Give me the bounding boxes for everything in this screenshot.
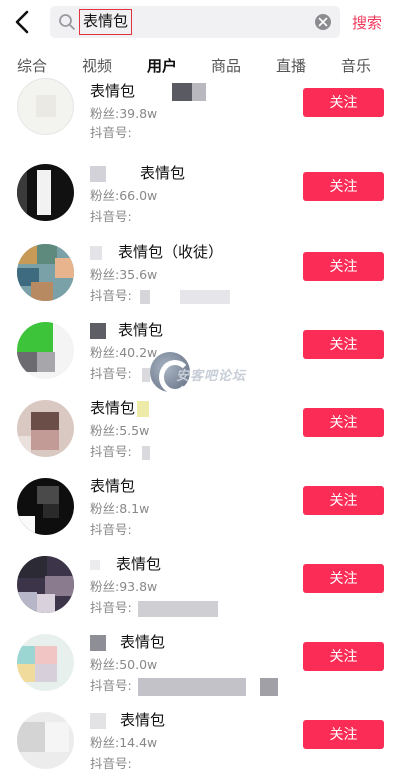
blurred-region [90,165,106,182]
user-name: 表情包 [116,555,162,573]
avatar[interactable] [17,556,74,613]
avatar[interactable] [17,478,74,535]
fans-count: 粉丝:40.2w [90,345,158,360]
fans-count: 粉丝:39.8w [90,106,158,121]
avatar[interactable] [17,164,74,221]
account-id: 抖音号: [90,756,132,771]
tab-music[interactable]: 音乐 [326,55,386,76]
blurred-region [171,82,192,101]
list-item[interactable]: 表情包 粉丝:8.1w 抖音号: 关注 [0,468,400,546]
fans-count: 粉丝:35.6w [90,267,158,282]
account-id: 抖音号: [90,444,132,459]
back-button[interactable] [10,8,36,36]
fans-count: 粉丝:14.4w [90,735,158,750]
user-name: 表情包 [140,164,186,182]
user-name: 表情包（收徒） [118,243,224,261]
account-id: 抖音号: [90,522,132,537]
tab-products[interactable]: 商品 [196,55,256,76]
user-name: 表情包 [120,711,166,729]
account-id: 抖音号: [90,288,132,303]
blurred-region [137,677,246,696]
avatar[interactable] [17,78,74,135]
watermark-logo: 安客吧论坛 [150,352,260,394]
clear-search-button[interactable] [315,14,331,30]
list-item[interactable]: 表情包 粉丝:39.8w 抖音号: 关注 [0,78,400,156]
follow-button[interactable]: 关注 [303,720,384,749]
account-id: 抖音号: [90,366,132,381]
fans-count: 粉丝:5.5w [90,423,150,438]
blurred-region [139,289,150,304]
user-name: 表情包 [120,633,166,651]
fans-count: 粉丝:8.1w [90,501,150,516]
follow-button[interactable]: 关注 [303,564,384,593]
follow-button[interactable]: 关注 [303,642,384,671]
search-input[interactable]: 表情包 [50,6,340,38]
blurred-region [141,367,150,382]
fans-count: 粉丝:93.8w [90,579,158,594]
user-name: 表情包 [118,321,164,339]
follow-button[interactable]: 关注 [303,408,384,437]
tab-general[interactable]: 综合 [2,55,62,76]
close-icon [318,17,328,27]
follow-button[interactable]: 关注 [303,330,384,359]
account-id: 抖音号: [90,209,132,224]
blurred-region [90,245,102,260]
blurred-region [90,634,106,651]
tab-live[interactable]: 直播 [261,55,321,76]
follow-button[interactable]: 关注 [303,486,384,515]
avatar[interactable] [17,634,74,691]
fans-count: 粉丝:66.0w [90,188,158,203]
fans-count: 粉丝:50.0w [90,657,158,672]
blurred-region [141,445,150,460]
avatar[interactable] [17,244,74,301]
list-item[interactable]: 表情包 粉丝:50.0w 抖音号: 关注 [0,624,400,702]
follow-button[interactable]: 关注 [303,252,384,281]
follow-button[interactable]: 关注 [303,88,384,117]
user-name: 表情包 [90,82,136,100]
follow-button[interactable]: 关注 [303,172,384,201]
blurred-region [90,712,106,729]
search-header: 表情包 搜索 [0,0,400,44]
list-item[interactable]: 表情包 粉丝:5.5w 抖音号: 关注 [0,390,400,468]
tab-users[interactable]: 用户 [132,55,192,76]
avatar[interactable] [17,400,74,457]
account-id: 抖音号: [90,125,132,140]
user-name: 表情包 [90,477,136,495]
list-item[interactable]: 表情包（收徒） 粉丝:35.6w 抖音号: 关注 [0,234,400,312]
avatar[interactable] [17,322,74,379]
list-item[interactable]: 表情包 粉丝:14.4w 抖音号: 关注 [0,702,400,780]
chevron-left-icon [15,10,29,34]
search-icon [59,14,75,30]
blurred-region [90,559,100,570]
watermark-text: 安客吧论坛 [176,369,247,384]
search-button[interactable]: 搜索 [352,12,382,33]
avatar[interactable] [17,712,74,769]
user-name: 表情包 [90,399,136,417]
list-item[interactable]: 表情包 粉丝:93.8w 抖音号: 关注 [0,546,400,624]
blurred-region [137,600,218,617]
tab-videos[interactable]: 视频 [67,55,127,76]
list-item[interactable]: 表情包 粉丝:66.0w 抖音号: 关注 [0,156,400,234]
account-id: 抖音号: [90,600,132,615]
account-id: 抖音号: [90,678,132,693]
search-query[interactable]: 表情包 [79,9,133,35]
blurred-region [90,322,106,339]
blurred-region [137,400,150,417]
